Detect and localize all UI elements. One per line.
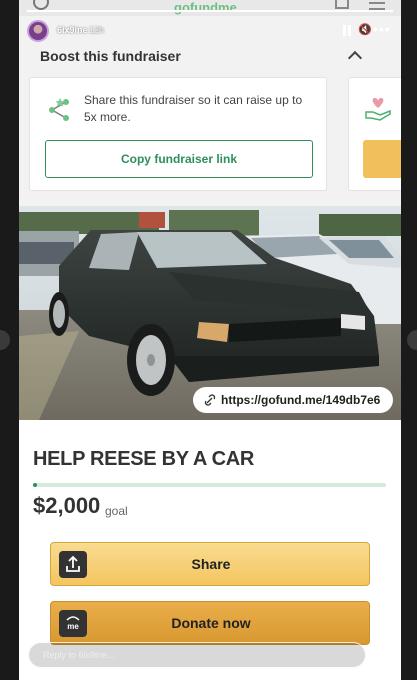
story-viewer: gofundme 6ix9ine 12h 🔇 ••• Boost this fu… (0, 0, 417, 680)
donate-button-label: Donate now (171, 615, 251, 631)
next-story-button[interactable] (407, 330, 417, 350)
search-icon (33, 0, 49, 10)
send-icon[interactable] (371, 646, 389, 664)
avatar[interactable] (27, 20, 49, 42)
boost-card: Share this fundraiser so it can raise up… (29, 77, 327, 191)
speaker-muted-icon[interactable]: 🔇 (358, 25, 372, 36)
heart-hands-icon (365, 98, 391, 121)
story-progress-bar (27, 10, 393, 12)
fundraiser-url: https://gofund.me/149db7e6 (221, 393, 381, 407)
share-button-label: Share (191, 556, 231, 572)
boost-title: Boost this fundraiser (40, 48, 181, 64)
campaign-title: HELP REESE BY A CAR (33, 448, 255, 470)
link-icon (204, 394, 216, 406)
more-options-icon[interactable]: ••• (373, 21, 391, 37)
share-network-icon (49, 98, 69, 121)
menu-icon (369, 2, 385, 4)
story-username[interactable]: 6ix9ine (57, 25, 88, 35)
gofundme-logo: gofundme (174, 0, 237, 15)
goal-amount: $2,000 (33, 493, 101, 518)
fundraiser-url-link[interactable]: https://gofund.me/149db7e6 (193, 387, 393, 413)
campaign-panel: HELP REESE BY A CAR $2,000 goal Share me… (19, 420, 401, 680)
gofundme-header-strip: gofundme (19, 0, 401, 16)
copy-fundraiser-link-button[interactable]: Copy fundraiser link (45, 140, 313, 178)
chevron-up-icon[interactable] (347, 50, 363, 66)
boost-description: Share this fundraiser so it can raise up… (84, 93, 303, 124)
reply-placeholder: Reply to 6ix9ine... (43, 650, 115, 660)
reply-input[interactable]: Reply to 6ix9ine... (28, 642, 366, 668)
boost-next-button[interactable] (363, 140, 401, 178)
share-icon (335, 0, 349, 9)
previous-story-button[interactable] (0, 330, 10, 350)
share-button[interactable]: Share (50, 542, 370, 586)
goal-progress-bar (33, 483, 386, 487)
goal-progress-fill (33, 483, 37, 487)
donate-now-button[interactable]: me Donate now (50, 601, 370, 645)
boost-card-next (348, 77, 401, 191)
fundraiser-photo: https://gofund.me/149db7e6 (19, 206, 401, 420)
goal-label: goal (105, 504, 128, 518)
story-header: 6ix9ine 12h 🔇 ••• (27, 20, 393, 44)
pause-icon[interactable] (343, 25, 351, 36)
story-card: gofundme 6ix9ine 12h 🔇 ••• Boost this fu… (19, 0, 401, 680)
story-timestamp: 12h (89, 25, 105, 35)
